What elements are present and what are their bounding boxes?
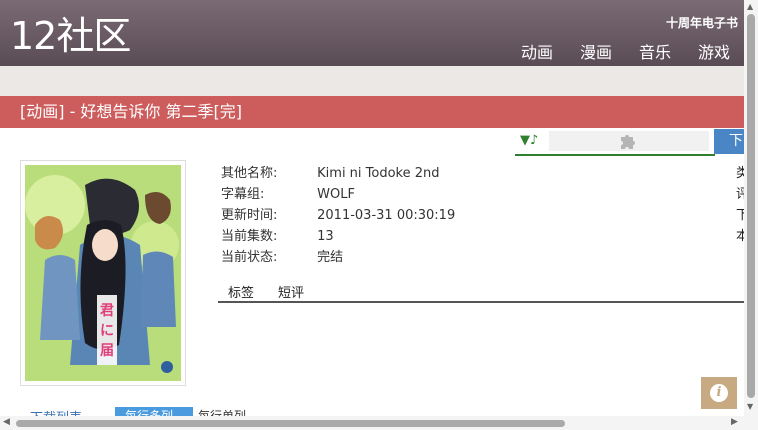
detail-value: 2011-03-31 00:30:19 — [317, 208, 456, 223]
vertical-scrollbar[interactable]: ▲ ▼ — [744, 0, 758, 416]
vertical-scroll-thumb[interactable] — [747, 14, 755, 398]
download-button-label: 下 — [729, 133, 743, 149]
detail-row: 当前集数: 13 — [221, 226, 455, 247]
detail-label: 其他名称: — [221, 166, 278, 181]
detail-value[interactable]: WOLF — [317, 187, 355, 202]
tab-reviews[interactable]: 短评 — [278, 282, 304, 301]
plugin-placeholder[interactable] — [549, 131, 709, 151]
site-logo[interactable]: 12社区 — [10, 14, 131, 58]
detail-value: Kimi ni Todoke 2nd — [317, 166, 440, 181]
info-icon: i — [710, 384, 728, 402]
detail-label: 当前集数: — [221, 229, 278, 244]
nav-games[interactable]: 游戏 — [698, 39, 730, 63]
page-title-bar: [动画] - 好想告诉你 第二季[完] — [0, 96, 744, 128]
scroll-left-icon[interactable]: ◀ — [3, 417, 10, 427]
detail-label: 当前状态: — [221, 250, 278, 265]
site-header: 12社区 十周年电子书 动画 漫画 音乐 游戏 — [0, 0, 744, 66]
music-note-icon[interactable]: ▼♪ — [520, 133, 538, 148]
detail-tabs: 标签 短评 — [218, 282, 744, 303]
scroll-down-icon[interactable]: ▼ — [747, 402, 753, 411]
page-title: [动画] - 好想告诉你 第二季[完] — [20, 102, 243, 121]
anniversary-link[interactable]: 十周年电子书 — [666, 14, 738, 31]
detail-value: 完结 — [317, 250, 344, 265]
detail-value: 13 — [317, 229, 334, 244]
anime-poster: 君 に 届 — [20, 160, 186, 386]
poster-image: 君 に 届 — [25, 165, 181, 381]
detail-label: 字幕组: — [221, 187, 265, 202]
tab-tags[interactable]: 标签 — [228, 282, 254, 301]
nav-anime[interactable]: 动画 — [521, 39, 553, 63]
nav-music[interactable]: 音乐 — [639, 39, 671, 63]
horizontal-scroll-thumb[interactable] — [16, 420, 565, 427]
download-button[interactable]: 下 — [714, 129, 744, 154]
svg-text:に: に — [100, 323, 114, 339]
nav-manga[interactable]: 漫画 — [580, 39, 612, 63]
svg-text:君: 君 — [99, 303, 114, 319]
detail-row: 更新时间: 2011-03-31 00:30:19 — [221, 205, 455, 226]
svg-text:届: 届 — [100, 343, 114, 359]
main-nav: 动画 漫画 音乐 游戏 — [521, 39, 730, 63]
info-button[interactable]: i — [701, 377, 737, 409]
music-player: ▼♪ — [515, 129, 715, 156]
scroll-up-icon[interactable]: ▲ — [747, 2, 753, 11]
detail-row: 字幕组: WOLF — [221, 184, 455, 205]
detail-row: 当前状态: 完结 — [221, 247, 455, 268]
anime-details: 其他名称: Kimi ni Todoke 2nd 字幕组: WOLF 更新时间:… — [221, 163, 455, 268]
horizontal-scrollbar[interactable]: ◀ ▶ — [0, 416, 758, 430]
detail-row: 其他名称: Kimi ni Todoke 2nd — [221, 163, 455, 184]
sub-header-band — [0, 66, 744, 96]
scroll-right-icon[interactable]: ▶ — [731, 417, 738, 427]
puzzle-icon — [621, 135, 635, 149]
detail-label: 更新时间: — [221, 208, 278, 223]
